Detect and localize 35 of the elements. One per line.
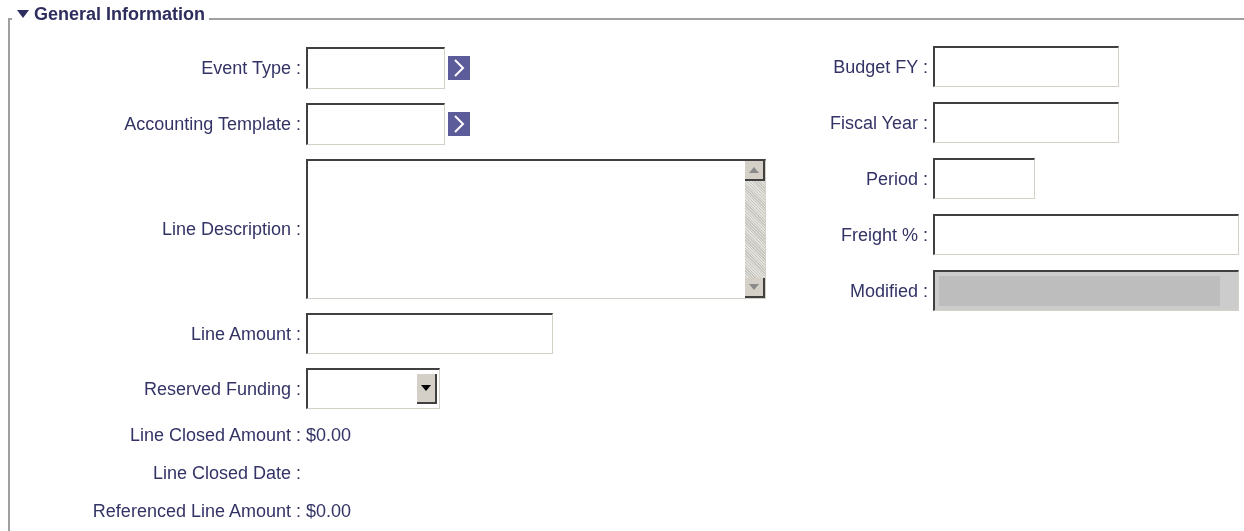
chevron-right-icon [453,59,465,77]
dropdown[interactable] [306,368,440,409]
field-label: Reserved Funding : [142,379,301,398]
field-label: Budget FY : [832,57,928,76]
lookup-button[interactable] [448,56,470,80]
input-field[interactable] [933,214,1239,255]
input-field[interactable] [306,103,445,145]
chevron-right-icon [453,115,465,133]
scroll-up-button[interactable] [745,161,765,181]
input-field[interactable] [306,47,445,89]
field-value: $0.00 [306,502,352,520]
down-arrow-icon [749,284,759,290]
field-label: Freight % : [839,225,928,244]
field-label: Referenced Line Amount : [91,502,301,520]
field-label: Modified : [848,281,928,300]
field-label: Line Description : [160,220,301,238]
field-label: Accounting Template : [123,115,301,133]
lookup-button[interactable] [448,112,470,136]
field-label: Event Type : [200,59,301,77]
input-field[interactable] [933,158,1035,199]
text-area[interactable] [306,159,766,299]
collapse-triangle-icon[interactable] [16,9,30,19]
field-label: Line Closed Date : [151,464,301,482]
field-label: Line Amount : [189,324,301,343]
scroll-down-button[interactable] [745,278,765,298]
input-field[interactable] [933,102,1119,143]
field-label: Line Closed Amount : [128,426,301,444]
input-field[interactable] [306,313,553,354]
up-arrow-icon [749,167,759,173]
caret-down-icon [421,385,431,391]
input-field[interactable] [933,46,1119,87]
field-value: $0.00 [306,426,352,444]
section-title: General Information [34,5,206,23]
field-label: Fiscal Year : [828,113,928,132]
field-label: Period : [864,169,928,188]
